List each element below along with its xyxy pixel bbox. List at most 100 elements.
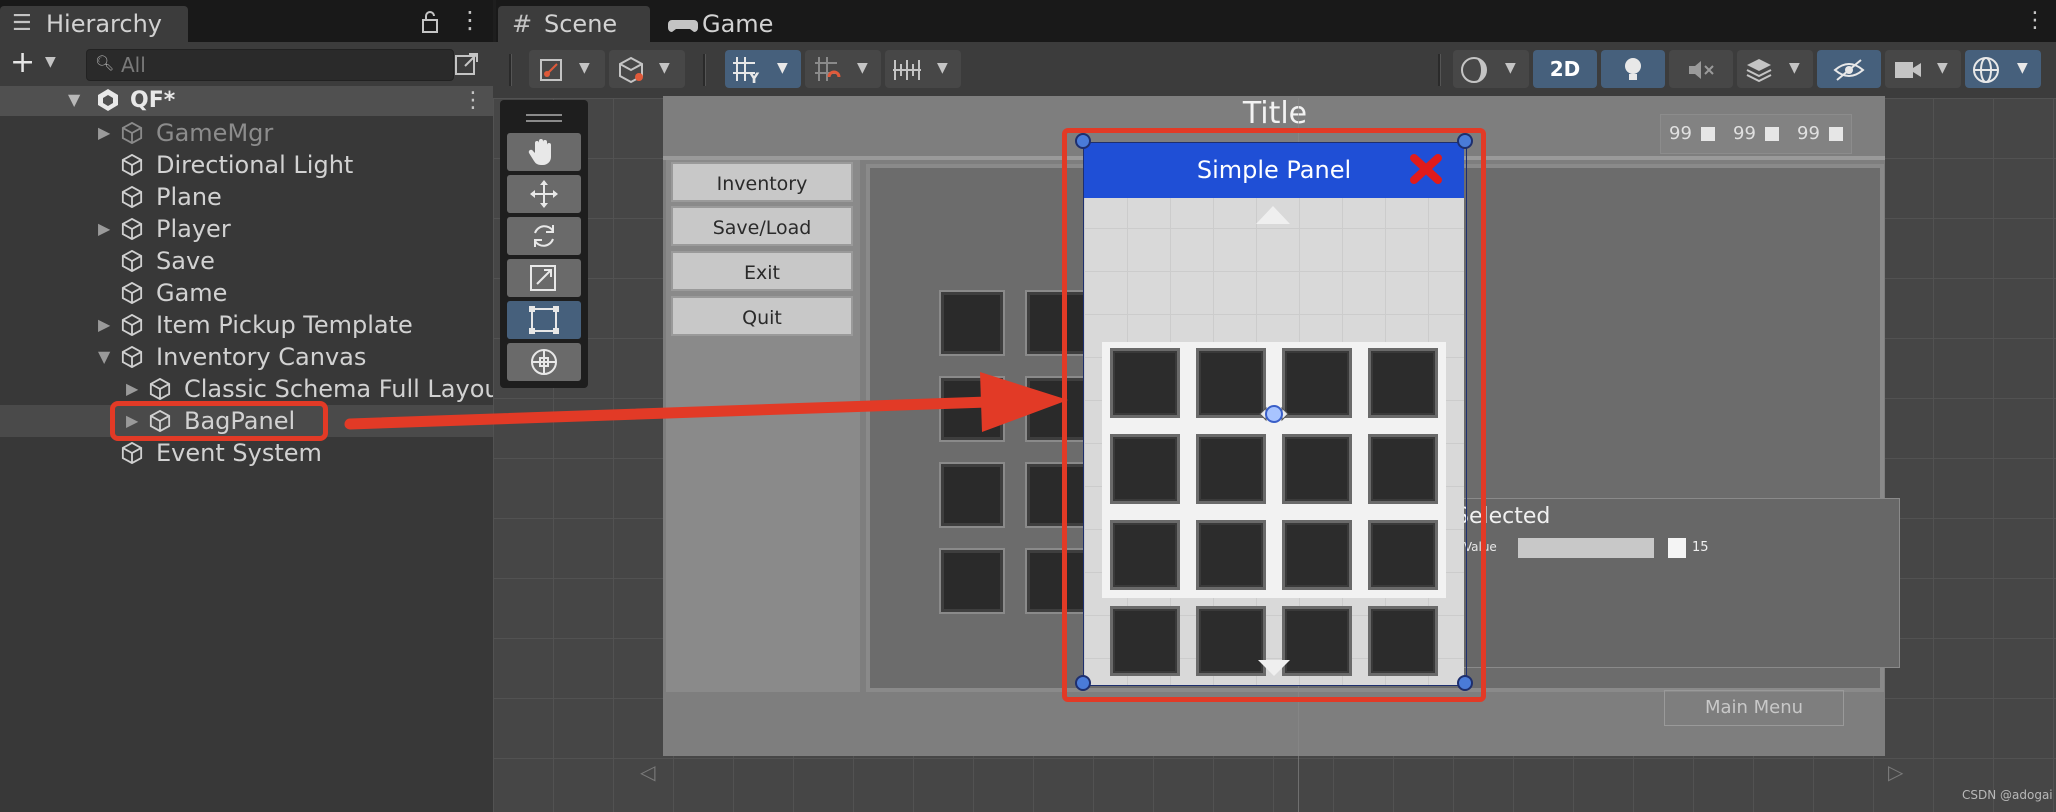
highlight-frame bbox=[1062, 128, 1486, 702]
camera-settings-button[interactable]: ▼ bbox=[1885, 50, 1961, 88]
counter-icon bbox=[1829, 127, 1843, 141]
quit-button[interactable]: Quit bbox=[671, 296, 853, 336]
hierarchy-item-label: Event System bbox=[156, 439, 322, 467]
gameobject-cube-icon bbox=[121, 218, 143, 240]
list-icon: ☰ bbox=[12, 11, 32, 36]
gameobject-cube-icon bbox=[121, 154, 143, 176]
ruler-button[interactable]: ▼ bbox=[885, 50, 961, 88]
rotate-icon bbox=[534, 225, 554, 247]
scene-menu-icon[interactable]: ⋮ bbox=[462, 86, 484, 116]
cube-pivot-icon bbox=[619, 56, 643, 84]
move-tool-button[interactable] bbox=[507, 175, 581, 213]
chevron-down-icon: ▼ bbox=[1789, 60, 1800, 76]
effects-button[interactable]: ▼ bbox=[1737, 50, 1813, 88]
tab-game[interactable]: Game bbox=[662, 6, 802, 42]
eye-hidden-icon bbox=[1833, 59, 1865, 81]
tab-hierarchy[interactable]: ☰ Hierarchy bbox=[0, 6, 188, 42]
grid-hash-icon: # bbox=[512, 10, 533, 38]
toggle-2d-button[interactable]: 2D bbox=[1533, 50, 1597, 88]
chevron-down-icon: ▼ bbox=[579, 60, 590, 76]
more-options-icon[interactable]: ⋮ bbox=[458, 6, 482, 34]
shading-mode-button[interactable]: ▼ bbox=[1453, 50, 1529, 88]
hierarchy-item-label: Save bbox=[156, 247, 215, 275]
inventory-slot[interactable] bbox=[939, 462, 1005, 528]
snap-increment-button[interactable]: ▼ bbox=[805, 50, 881, 88]
hierarchy-item-label: GameMgr bbox=[156, 119, 274, 147]
gameobject-cube-icon bbox=[149, 378, 171, 400]
exit-button[interactable]: Exit bbox=[671, 251, 853, 291]
grid-y-icon: Y bbox=[733, 57, 760, 85]
collapse-arrow-icon[interactable]: ▼ bbox=[98, 341, 110, 373]
hierarchy-item-label: Inventory Canvas bbox=[156, 343, 367, 371]
scene-toolbar: ▼ ▼ Y ▼ ▼ ▼ ▼ 2D ▼ ▼ ▼ bbox=[493, 42, 2056, 99]
hierarchy-item[interactable]: Game bbox=[0, 277, 493, 309]
drag-grip[interactable] bbox=[526, 114, 562, 116]
layers-effects-icon bbox=[1746, 59, 1772, 83]
tab-scene[interactable]: # Scene bbox=[498, 6, 650, 42]
chevron-down-icon[interactable]: ▼ bbox=[45, 54, 56, 70]
scale-icon bbox=[530, 265, 556, 291]
gizmos-button[interactable]: ▼ bbox=[1965, 50, 2041, 88]
hierarchy-item[interactable]: ▶ Player bbox=[0, 213, 493, 245]
drag-grip[interactable] bbox=[526, 120, 562, 122]
open-external-icon[interactable] bbox=[453, 50, 481, 82]
svg-text:Y: Y bbox=[748, 71, 760, 85]
value-number: 15 bbox=[1692, 540, 1709, 555]
audio-toggle-button[interactable] bbox=[1669, 50, 1733, 88]
scene-visibility-button[interactable] bbox=[1817, 50, 1881, 88]
inventory-slot[interactable] bbox=[939, 290, 1005, 356]
scene-row[interactable]: ▼ QF* ⋮ bbox=[0, 86, 493, 116]
expand-arrow-icon[interactable]: ▼ bbox=[68, 90, 80, 109]
expand-arrow-icon[interactable]: ▶ bbox=[98, 309, 110, 341]
watermark: CSDN @adogai bbox=[1962, 788, 2053, 802]
expand-arrow-icon[interactable]: ▶ bbox=[98, 117, 110, 149]
rect-tool-button[interactable] bbox=[507, 301, 581, 339]
orientation-tool-button[interactable]: ▼ bbox=[529, 50, 605, 88]
value-slider[interactable] bbox=[1518, 538, 1654, 558]
chevron-down-icon: ▼ bbox=[937, 60, 948, 76]
chevron-down-icon: ▼ bbox=[2017, 60, 2028, 76]
value-swatch bbox=[1668, 538, 1686, 558]
add-icon[interactable]: + bbox=[10, 46, 35, 80]
highlight-frame bbox=[110, 401, 328, 441]
chevron-down-icon: ▼ bbox=[1937, 60, 1948, 76]
hierarchy-item-label: Directional Light bbox=[156, 151, 354, 179]
hand-tool-button[interactable] bbox=[507, 133, 581, 171]
grid-snap-button[interactable]: Y ▼ bbox=[725, 50, 801, 88]
gameobject-cube-icon bbox=[121, 122, 143, 144]
chevron-down-icon: ▼ bbox=[1505, 60, 1516, 76]
hierarchy-item[interactable]: Plane bbox=[0, 181, 493, 213]
search-icon: 🔍︎ bbox=[95, 54, 115, 72]
ruler-icon bbox=[893, 60, 921, 80]
scale-tool-button[interactable] bbox=[507, 259, 581, 297]
gameobject-cube-icon bbox=[121, 346, 143, 368]
rotate-tool-button[interactable] bbox=[507, 217, 581, 255]
gameobject-cube-icon bbox=[121, 442, 143, 464]
corner-marker: ◁ bbox=[640, 760, 656, 784]
chevron-down-icon: ▼ bbox=[857, 60, 868, 76]
lock-icon[interactable] bbox=[420, 10, 440, 38]
hierarchy-item[interactable]: ▶ Item Pickup Template bbox=[0, 309, 493, 341]
counter-icon bbox=[1765, 127, 1779, 141]
gameobject-cube-icon bbox=[121, 314, 143, 336]
expand-arrow-icon[interactable]: ▶ bbox=[98, 213, 110, 245]
chevron-down-icon: ▼ bbox=[777, 60, 788, 76]
inventory-slot[interactable] bbox=[939, 548, 1005, 614]
canvas-title: Title bbox=[1242, 96, 1308, 131]
shading-sphere-icon bbox=[1461, 57, 1487, 83]
lighting-toggle-button[interactable] bbox=[1601, 50, 1665, 88]
pivot-tool-button[interactable]: ▼ bbox=[609, 50, 685, 88]
inventory-button[interactable]: Inventory bbox=[671, 162, 853, 202]
scene-more-icon[interactable]: ⋮ bbox=[2024, 8, 2046, 33]
hierarchy-item[interactable]: ▶ GameMgr bbox=[0, 117, 493, 149]
hierarchy-item-label: Item Pickup Template bbox=[156, 311, 413, 339]
search-input[interactable]: 🔍︎ All bbox=[86, 49, 454, 81]
hierarchy-item[interactable]: Save bbox=[0, 245, 493, 277]
hierarchy-item[interactable]: Directional Light bbox=[0, 149, 493, 181]
save-load-button[interactable]: Save/Load bbox=[671, 206, 853, 246]
light-bulb-icon bbox=[1625, 58, 1641, 80]
grid-snap-icon bbox=[815, 57, 841, 81]
rect-transform-icon bbox=[529, 306, 559, 334]
corner-marker: ▷ bbox=[1888, 760, 1904, 784]
main-menu-button[interactable]: Main Menu bbox=[1664, 690, 1844, 726]
